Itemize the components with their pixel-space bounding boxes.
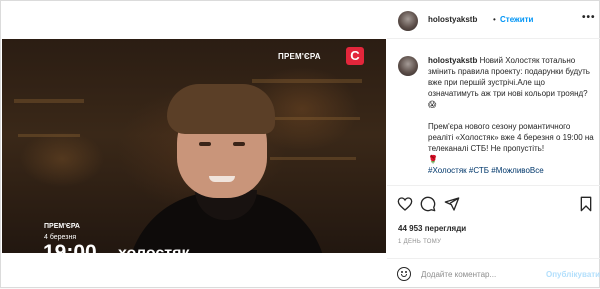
avatar[interactable]: [398, 11, 418, 31]
view-count[interactable]: 44 953 перегляди: [398, 224, 466, 233]
video-player[interactable]: ПРЕМ'ЄРА С ПРЕМ'ЄРА 4 березня 19:00 холо…: [2, 39, 386, 253]
background-shelf: [14, 99, 84, 103]
caption-username-link[interactable]: holostyakstb: [428, 56, 477, 65]
avatar[interactable]: [398, 56, 418, 76]
caption-text: holostyakstb Новий Холостяк тотально змі…: [428, 55, 594, 187]
person-mouth: [209, 176, 235, 182]
comment-input[interactable]: [421, 266, 541, 282]
instagram-post: ПРЕМ'ЄРА С ПРЕМ'ЄРА 4 березня 19:00 холо…: [0, 0, 600, 288]
separator-dot: •: [493, 15, 496, 24]
comment-bar: Опублікувати: [387, 258, 600, 289]
premiere-date: 4 березня: [44, 234, 77, 241]
background-shelf: [18, 134, 80, 137]
share-icon[interactable]: [444, 196, 460, 212]
bookmark-icon[interactable]: [578, 196, 594, 212]
video-person: [107, 64, 347, 253]
publish-button[interactable]: Опублікувати: [546, 270, 600, 279]
post-timestamp[interactable]: 1 ДЕНЬ ТОМУ: [398, 239, 441, 245]
emoji-picker-icon[interactable]: [397, 267, 411, 281]
hashtag-link[interactable]: #Холостяк: [428, 166, 467, 175]
show-title: холостяк: [118, 245, 189, 253]
post-header: holostyakstb • Стежити •••: [387, 1, 600, 39]
rose-emoji: 🌹: [428, 155, 438, 164]
comment-icon[interactable]: [420, 196, 436, 212]
caption-paragraph-2: Прем'єра нового сезону романтичного реал…: [428, 122, 594, 153]
caption-section: holostyakstb Новий Холостяк тотально змі…: [387, 39, 600, 185]
stb-channel-logo: С: [346, 47, 364, 65]
premiere-label-bottom: ПРЕМ'ЄРА: [44, 223, 80, 230]
follow-button[interactable]: Стежити: [500, 15, 533, 24]
hashtag-link[interactable]: #МожливоВсе: [491, 166, 543, 175]
premiere-label-top: ПРЕМ'ЄРА: [278, 52, 321, 61]
person-hair: [167, 84, 275, 134]
hashtag-link[interactable]: #СТБ: [469, 166, 489, 175]
post-actions: 44 953 перегляди 1 ДЕНЬ ТОМУ: [387, 185, 600, 255]
emoji-picker-mouth: [401, 274, 407, 277]
person-eye: [233, 142, 245, 146]
shocked-emoji: 😱: [428, 100, 437, 109]
premiere-time: 19:00: [43, 241, 97, 254]
heart-icon[interactable]: [397, 196, 413, 212]
username-link[interactable]: holostyakstb: [428, 15, 477, 24]
person-eye: [199, 142, 211, 146]
more-options-icon[interactable]: •••: [582, 12, 596, 23]
